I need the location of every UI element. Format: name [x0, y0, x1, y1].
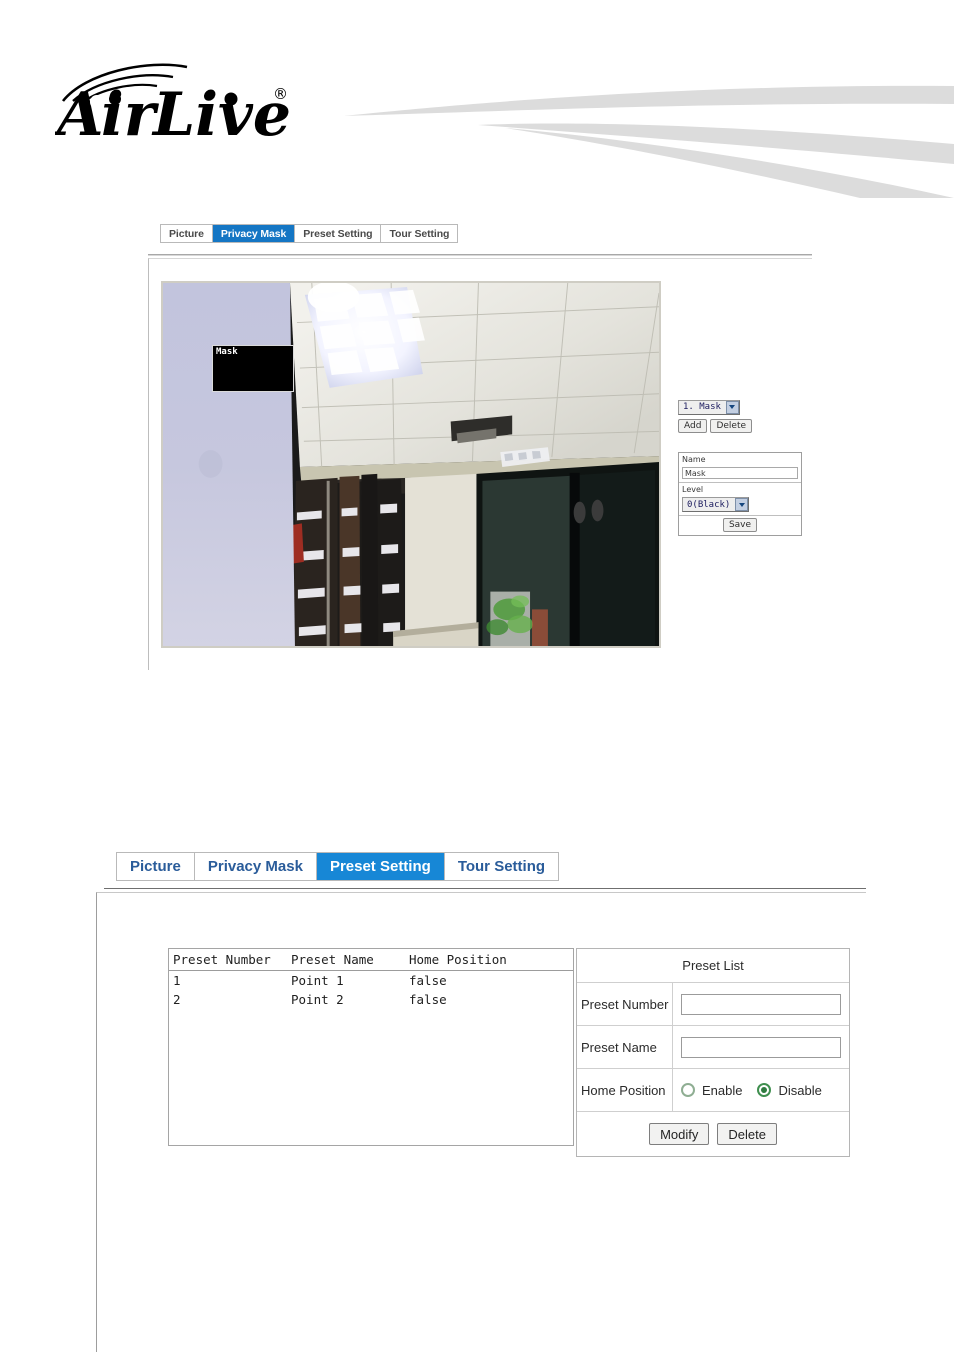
mask-name-row: Name Mask	[679, 453, 801, 483]
privacy-mask-controls: 1. Mask Add Delete	[678, 396, 808, 433]
tabbar-divider	[104, 888, 866, 889]
home-position-label: Home Position	[577, 1069, 673, 1111]
column-header-preset-name: Preset Name	[291, 952, 374, 967]
cell-preset-number: 1	[173, 973, 181, 988]
preset-number-row: Preset Number	[577, 983, 849, 1026]
table-row[interactable]: 1 Point 1 false	[169, 971, 573, 990]
home-position-enable-label: Enable	[702, 1082, 743, 1098]
tab-privacy-mask[interactable]: Privacy Mask	[195, 853, 317, 880]
mask-select-value: 1. Mask	[683, 402, 721, 412]
preset-number-input[interactable]	[681, 993, 841, 1015]
tab-privacy-mask[interactable]: Privacy Mask	[212, 225, 296, 242]
mask-action-buttons: Add Delete	[678, 418, 808, 433]
camera-image	[163, 283, 659, 646]
cell-preset-number: 2	[173, 992, 181, 1007]
svg-text:ir: ir	[101, 80, 160, 140]
privacy-mask-overlay-label: Mask	[216, 347, 238, 357]
column-header-home-position: Home Position	[409, 952, 507, 967]
tab-picture[interactable]: Picture	[117, 853, 195, 880]
add-mask-button[interactable]: Add	[678, 418, 708, 433]
mask-level-row: Level 0(Black)	[679, 483, 801, 516]
table-header-row: Preset Number Preset Name Home Position	[169, 949, 573, 971]
airlive-logo: A ir Live ®	[52, 55, 305, 150]
chevron-down-icon	[725, 400, 739, 414]
svg-text:Live: Live	[151, 80, 291, 140]
preset-name-field	[673, 1026, 849, 1068]
mask-name-label: Name	[682, 455, 706, 464]
preset-name-label: Preset Name	[577, 1026, 673, 1068]
tab-preset-setting[interactable]: Preset Setting	[316, 853, 445, 880]
mask-name-input[interactable]: Mask	[682, 467, 798, 479]
delete-preset-button[interactable]: Delete	[717, 1123, 777, 1145]
privacy-mask-form: Name Mask Level 0(Black) Save	[678, 452, 802, 536]
page-header: A ir Live ®	[0, 0, 954, 200]
cell-home-position: false	[409, 973, 447, 988]
mask-level-select[interactable]: 0(Black)	[682, 497, 750, 512]
preset-number-label: Preset Number	[577, 983, 673, 1025]
home-position-enable-radio[interactable]	[681, 1083, 695, 1097]
home-position-field: Enable Disable	[673, 1069, 849, 1111]
preset-list-title: Preset List	[577, 949, 849, 983]
delete-mask-button[interactable]: Delete	[710, 418, 753, 433]
svg-text:®: ®	[273, 85, 288, 103]
modify-preset-button[interactable]: Modify	[649, 1123, 710, 1145]
cell-preset-name: Point 2	[291, 992, 344, 1007]
privacy-mask-overlay[interactable]: Mask	[212, 345, 294, 392]
preset-setting-tabbar[interactable]: Picture Privacy Mask Preset Setting Tour…	[116, 852, 560, 881]
tab-tour-setting[interactable]: Tour Setting	[445, 853, 558, 880]
cell-preset-name: Point 1	[291, 973, 344, 988]
cell-home-position: false	[409, 992, 447, 1007]
preset-name-row: Preset Name	[577, 1026, 849, 1069]
column-header-preset-number: Preset Number	[173, 952, 271, 967]
header-swoosh-graphic	[300, 58, 954, 198]
preset-list-table[interactable]: Preset Number Preset Name Home Position …	[168, 948, 574, 1146]
mask-level-select-value: 0(Black)	[687, 499, 731, 510]
privacy-mask-tabbar[interactable]: Picture Privacy Mask Preset Setting Tour…	[160, 224, 459, 243]
chevron-down-icon	[735, 498, 749, 511]
preset-form-actions: Modify Delete	[577, 1112, 849, 1156]
tab-preset-setting[interactable]: Preset Setting	[295, 225, 382, 242]
mask-select[interactable]: 1. Mask	[678, 399, 740, 415]
save-mask-button[interactable]: Save	[722, 518, 758, 532]
mask-save-row: Save	[679, 516, 801, 535]
home-position-disable-radio[interactable]	[757, 1083, 772, 1097]
preset-list-form: Preset List Preset Number Preset Name Ho…	[576, 948, 850, 1157]
tab-tour-setting[interactable]: Tour Setting	[381, 225, 457, 242]
table-row[interactable]: 2 Point 2 false	[169, 990, 573, 1009]
tabbar-divider	[148, 254, 812, 256]
home-position-row: Home Position Enable Disable	[577, 1069, 849, 1112]
tab-picture[interactable]: Picture	[161, 225, 213, 242]
preset-number-field	[673, 983, 849, 1025]
svg-text:A: A	[55, 80, 104, 140]
home-position-disable-label: Disable	[778, 1082, 822, 1098]
mask-level-label: Level	[682, 485, 704, 494]
camera-preview[interactable]: Mask	[161, 281, 661, 648]
preset-name-input[interactable]	[681, 1036, 841, 1058]
